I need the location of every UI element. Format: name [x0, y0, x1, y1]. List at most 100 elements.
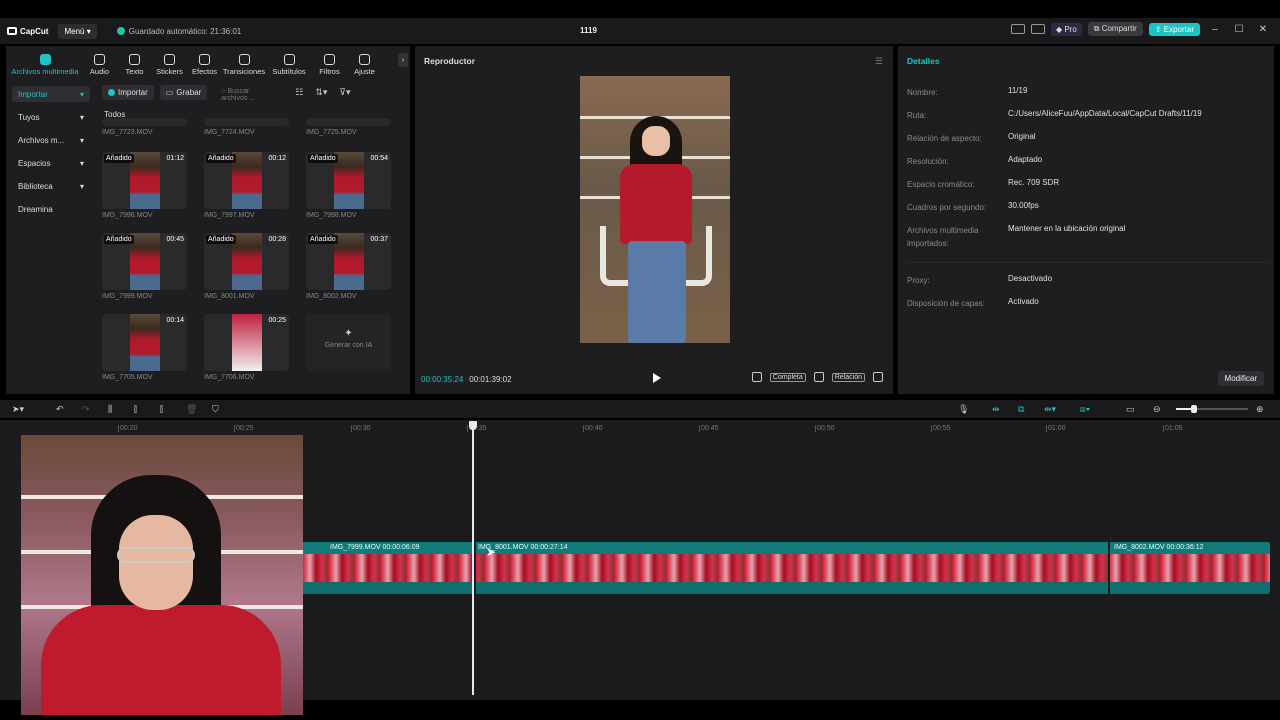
pro-button[interactable]: ◆ Pro	[1050, 22, 1082, 36]
shield-icon[interactable]: ⛉	[212, 404, 219, 415]
split-left-icon[interactable]: ⫿	[134, 404, 137, 415]
microphone-icon[interactable]: 🎙	[958, 404, 969, 415]
crop-icon[interactable]	[751, 372, 762, 382]
sidebar-item-media-files[interactable]: Archivos m... ▾	[12, 132, 90, 148]
detail-label: Proxy:	[907, 276, 930, 285]
tool-stickers[interactable]: Stickers	[152, 54, 187, 76]
tool-effects[interactable]: Efectos	[187, 54, 222, 76]
media-item[interactable]: 00:25 IMG_7706.MOV	[204, 314, 289, 381]
media-item[interactable]: 00:14 IMG_7705.MOV	[102, 314, 187, 381]
media-panel: Archivos multimedia Audio Texto Stickers…	[6, 46, 410, 394]
split-right-icon[interactable]: ⫿	[160, 404, 163, 415]
import-button[interactable]: Importar	[102, 84, 154, 100]
current-time: 00:00:35:24	[421, 374, 464, 384]
clip-filmstrip[interactable]	[302, 554, 1270, 582]
clip-divider[interactable]	[474, 542, 476, 594]
sidebar-item-import[interactable]: Importar ▾	[12, 86, 90, 102]
media-item[interactable]: Añadido 00:54 IMG_7998.MOV	[306, 152, 391, 219]
full-quality-button[interactable]: Completa	[769, 372, 806, 382]
sidebar-item-library[interactable]: Biblioteca ▾	[12, 178, 90, 194]
export-button[interactable]: ⇪ Exportar	[1148, 22, 1200, 36]
fit-icon[interactable]: ▭	[1126, 404, 1135, 415]
detail-value: Adaptado	[1008, 155, 1043, 164]
media-item[interactable]: Añadido 01:12 IMG_7996.MOV	[102, 152, 187, 219]
link-icon[interactable]: ⇹▾	[1044, 404, 1056, 415]
detail-value: Mantener en la ubicación original	[1008, 224, 1126, 233]
menu-icon[interactable]: ☰	[875, 56, 883, 67]
tool-label: Efectos	[191, 67, 217, 76]
media-item[interactable]: Añadido 00:37 IMG_8002.MOV	[306, 233, 391, 300]
filter-icon[interactable]: ⊽▾	[339, 87, 350, 98]
chevron-right-icon[interactable]: ›	[398, 53, 408, 67]
tool-subtitles[interactable]: Subtítulos	[266, 54, 312, 76]
media-item[interactable]: IMG_7723.MOV	[102, 118, 187, 136]
media-item[interactable]: Añadido 00:12 IMG_7997.MOV	[204, 152, 289, 219]
preview-axis-icon[interactable]: ⧈▾	[1080, 404, 1090, 415]
media-name: IMG_8002.MOV	[306, 293, 357, 300]
import-icon	[108, 88, 115, 96]
tool-label: Archivos multimedia	[11, 67, 79, 76]
sidebar-item-dreamina[interactable]: Dreamina	[12, 201, 90, 217]
media-name: IMG_7999.MOV	[102, 293, 153, 300]
sticker-icon	[164, 54, 175, 65]
zoom-out-icon[interactable]: ⊖	[1153, 404, 1161, 415]
sidebar-item-spaces[interactable]: Espacios ▾	[12, 155, 90, 171]
tool-media[interactable]: Archivos multimedia	[8, 54, 82, 76]
tools-bar: Archivos multimedia Audio Texto Stickers…	[6, 46, 410, 76]
zoom-slider-handle[interactable]	[1191, 405, 1197, 413]
media-item[interactable]: Añadido 00:28 IMG_8001.MOV	[204, 233, 289, 300]
maximize-icon[interactable]: ☐	[1230, 24, 1248, 35]
zoom-in-icon[interactable]: ⊕	[1256, 404, 1264, 415]
tool-text[interactable]: Texto	[117, 54, 152, 76]
media-item[interactable]: IMG_7725.MOV	[306, 118, 391, 136]
redo-icon[interactable]: ↷	[82, 404, 90, 415]
video-track[interactable]: IMG_7999.MOV 00:00:06:09 IMG_8001.MOV 00…	[302, 542, 1270, 594]
close-icon[interactable]: ✕	[1254, 24, 1272, 35]
undo-icon[interactable]: ↶	[56, 404, 64, 415]
aspect-ratio-button[interactable]: Relación	[831, 372, 865, 382]
snapshot-icon[interactable]	[813, 372, 824, 382]
tool-audio[interactable]: Audio	[82, 54, 117, 76]
tool-transitions[interactable]: Transiciones	[222, 54, 266, 76]
video-preview[interactable]	[580, 76, 730, 343]
subtitles-icon	[283, 54, 295, 65]
tool-label: Audio	[89, 67, 110, 76]
minimize-icon[interactable]: –	[1206, 24, 1224, 35]
select-tool-icon[interactable]: ➤▾	[12, 404, 24, 415]
shortcuts-icon[interactable]	[1030, 24, 1045, 34]
link-main-track-icon[interactable]: ⇹	[992, 404, 1000, 415]
tool-label: Ajuste	[354, 67, 375, 76]
share-label: Compartir	[1101, 24, 1137, 33]
duration-label: 01:12	[166, 155, 184, 162]
play-icon[interactable]	[653, 373, 661, 383]
playhead[interactable]	[472, 421, 474, 695]
zoom-slider[interactable]	[1176, 408, 1248, 410]
duration-label: 00:37	[370, 236, 388, 243]
playhead-handle[interactable]	[469, 421, 477, 430]
fullscreen-icon[interactable]	[873, 372, 883, 382]
media-item[interactable]: IMG_7724.MOV	[204, 118, 289, 136]
grid-view-icon[interactable]: ☷	[295, 87, 303, 98]
modify-button[interactable]: Modificar	[1217, 371, 1264, 386]
search-input[interactable]: ○ Buscar archivos ...	[213, 84, 283, 102]
media-name: IMG_7725.MOV	[306, 129, 357, 136]
menu-button[interactable]: Menú ▾	[58, 23, 97, 39]
generate-ai-button[interactable]: ✦ Generar con IA	[306, 314, 391, 371]
split-icon[interactable]: ⫼	[108, 404, 112, 415]
delete-icon[interactable]: 🗑	[186, 404, 197, 415]
tool-filters[interactable]: Filtros	[312, 54, 347, 76]
thumbnail: Añadido 00:45	[102, 233, 187, 290]
sort-icon[interactable]: ⇅▾	[315, 87, 327, 98]
tool-adjust[interactable]: Ajuste	[347, 54, 382, 76]
clip-divider[interactable]	[1108, 542, 1110, 594]
time-ruler[interactable]: 00:20 00:25 00:30 00:35 00:40 00:45 00:5…	[0, 422, 1280, 434]
thumbnail: 00:25	[204, 314, 289, 371]
record-button[interactable]: ▭ Grabar	[159, 84, 208, 100]
app-logo: CapCut	[7, 27, 48, 36]
player-panel: Reproductor ☰ 00:00:35:24 00:01:39:02 Co…	[415, 46, 893, 394]
magnet-icon[interactable]: ⧉	[1018, 404, 1024, 415]
layout-icon[interactable]	[1010, 24, 1025, 34]
media-item[interactable]: Añadido 00:45 IMG_7999.MOV	[102, 233, 187, 300]
share-button[interactable]: ⧉ Compartir	[1087, 22, 1143, 36]
sidebar-item-yours[interactable]: Tuyos ▾	[12, 109, 90, 125]
